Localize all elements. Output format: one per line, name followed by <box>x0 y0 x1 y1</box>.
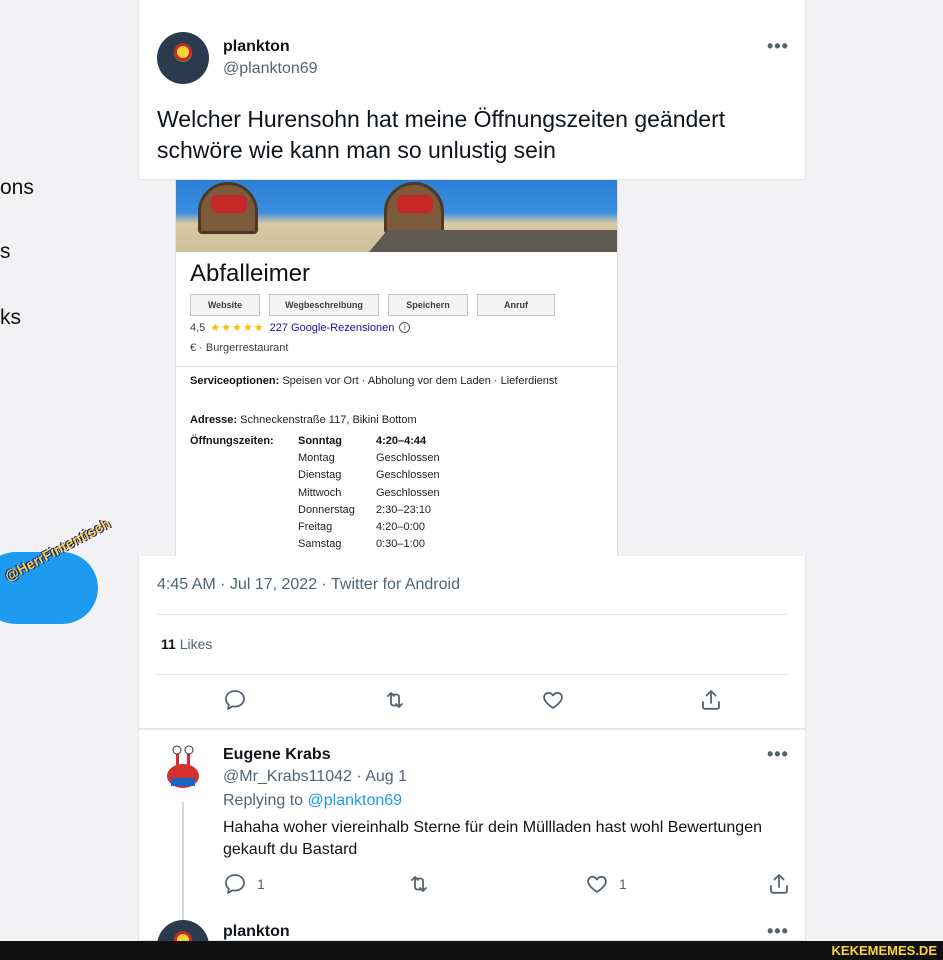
hours-row: Mittwoch Geschlossen <box>298 487 440 504</box>
retweet-button[interactable] <box>407 872 431 896</box>
info-icon[interactable]: i <box>399 322 411 333</box>
heart-icon <box>587 875 607 893</box>
reply-icon <box>225 690 245 710</box>
hours-day: Montag <box>298 452 335 465</box>
next-author-name[interactable]: plankton <box>223 923 290 941</box>
hours-day: Dienstag <box>298 469 342 482</box>
more-options-icon[interactable]: ••• <box>767 744 789 765</box>
rating-value: 4,5 <box>190 321 206 334</box>
place-category: € · Burgerrestaurant <box>190 342 289 354</box>
divider <box>157 614 787 615</box>
tweet-meta-card: 4:45 AM · Jul 17, 2022 · Twitter for And… <box>138 556 806 729</box>
krusty-scene-image <box>176 180 617 252</box>
hours-time: Geschlossen <box>376 469 440 482</box>
divider <box>157 674 787 675</box>
avatar[interactable] <box>157 32 209 84</box>
reviews-link[interactable]: 227 Google-Rezensionen <box>270 322 395 334</box>
hours-time: 0:30–1:00 <box>376 538 425 551</box>
chum-bucket-hut <box>198 182 258 234</box>
retweet-button[interactable] <box>383 688 407 712</box>
opening-hours-table: Sonntag 4:20–4:44 Montag Geschlossen Diens… <box>298 435 440 555</box>
share-button[interactable] <box>699 688 723 712</box>
sidebar-fragment-bookmarks[interactable]: ks <box>0 306 21 330</box>
replying-prefix: Replying to <box>223 792 304 809</box>
author-handle[interactable]: @plankton69 <box>223 60 318 78</box>
road-shape <box>369 230 617 252</box>
reply-tweet-card[interactable]: Eugene Krabs @Mr_Krabs11042 · Aug 1 ••• … <box>138 729 806 960</box>
tweet-timestamp[interactable]: 4:45 AM · Jul 17, 2022 · Twitter for And… <box>157 576 460 594</box>
retweet-icon <box>387 692 403 708</box>
service-options: Serviceoptionen: Speisen vor Ort · Abhol… <box>190 373 610 389</box>
hours-row: Freitag 4:20–0:00 <box>298 521 440 538</box>
replying-handle-link[interactable]: @plankton69 <box>308 792 403 809</box>
reply-button[interactable]: 1 <box>223 872 265 896</box>
directions-button[interactable]: Wegbeschreibung <box>269 294 379 316</box>
tweet-header-card: plankton @plankton69 ••• Welcher Hurenso… <box>138 0 806 180</box>
divider <box>176 366 617 367</box>
hours-day: Samstag <box>298 538 342 551</box>
share-icon <box>770 874 788 894</box>
hours-row: Dienstag Geschlossen <box>298 469 440 486</box>
service-value: Speisen vor Ort · Abholung vor dem Laden… <box>282 375 558 387</box>
service-label: Serviceoptionen: <box>190 375 280 387</box>
hours-row: Donnerstag 2:30–23:10 <box>298 504 440 521</box>
place-action-buttons: Website Wegbeschreibung Speichern Anruf <box>190 294 555 316</box>
rating-row: 4,5 ★★★★★ 227 Google-Rezensionen i <box>190 321 411 334</box>
sidebar-fragment-messages[interactable]: s <box>0 240 11 264</box>
chum-bucket-hut <box>384 182 444 234</box>
hours-label: Öffnungszeiten: <box>190 435 274 447</box>
likes-count[interactable]: 11 Likes <box>161 636 212 652</box>
retweet-icon <box>411 876 427 892</box>
address: Adresse: Schneckenstraße 117, Bikini Bot… <box>190 412 610 428</box>
author-name[interactable]: plankton <box>223 38 290 56</box>
heart-icon <box>543 691 563 709</box>
watermark-bar: KEKEMEMES.DE <box>0 941 943 960</box>
hours-time: 2:30–23:10 <box>376 503 432 516</box>
place-title: Abfalleimer <box>190 260 311 287</box>
save-button[interactable]: Speichern <box>388 294 468 316</box>
tweet-text: Welcher Hurensohn hat meine Öffnungszeit… <box>157 106 726 163</box>
hours-day: Mittwoch <box>298 486 342 499</box>
avatar[interactable] <box>157 742 209 794</box>
likes-label: Likes <box>179 636 213 652</box>
like-button[interactable] <box>541 688 565 712</box>
tweet-media-image[interactable]: Abfalleimer Website Wegbeschreibung Spei… <box>175 180 618 556</box>
author-handle-date[interactable]: @Mr_Krabs11042 · Aug 1 <box>223 768 407 786</box>
website-button[interactable]: Website <box>190 294 260 316</box>
hours-day: Donnerstag <box>298 503 355 516</box>
like-button[interactable]: 1 <box>585 872 627 896</box>
hours-row: Sonntag 4:20–4:44 <box>298 435 440 452</box>
share-icon <box>702 690 720 710</box>
hours-day: Freitag <box>298 520 333 533</box>
call-button[interactable]: Anruf <box>477 294 555 316</box>
author-name[interactable]: Eugene Krabs <box>223 746 331 764</box>
hours-time: Geschlossen <box>376 486 440 499</box>
site-watermark: KEKEMEMES.DE <box>831 943 937 958</box>
reply-count: 1 <box>257 876 265 892</box>
hours-time: 4:20–0:00 <box>376 520 425 533</box>
like-count: 1 <box>619 876 627 892</box>
likes-number: 11 <box>161 636 176 652</box>
address-label: Adresse: <box>190 414 238 426</box>
sidebar-fragment-notifications[interactable]: ons <box>0 176 34 200</box>
reply-icon <box>225 874 245 894</box>
hours-time: 4:20–4:44 <box>376 435 427 447</box>
address-value: Schneckenstraße 117, Bikini Bottom <box>240 414 417 426</box>
star-rating-icon: ★★★★★ <box>210 322 265 334</box>
hours-day: Sonntag <box>298 435 342 447</box>
share-button[interactable] <box>767 872 791 896</box>
hours-row: Samstag 0:30–1:00 <box>298 538 440 555</box>
crab-avatar-icon <box>167 745 199 788</box>
reply-text: Hahaha woher viereinhalb Sterne für dein… <box>223 819 762 858</box>
replying-to: Replying to @plankton69 <box>223 792 402 810</box>
more-options-icon[interactable]: ••• <box>767 36 789 57</box>
reply-button[interactable] <box>223 688 247 712</box>
more-options-icon[interactable]: ••• <box>767 921 789 942</box>
hours-time: Geschlossen <box>376 452 440 465</box>
hours-row: Montag Geschlossen <box>298 452 440 469</box>
